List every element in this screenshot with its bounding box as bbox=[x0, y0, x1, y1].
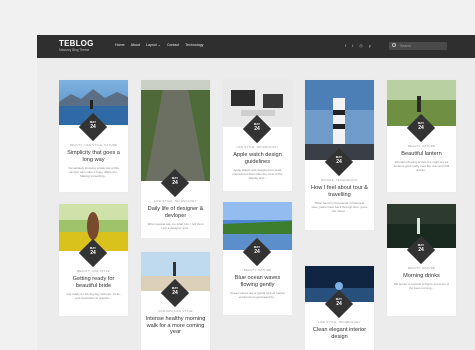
nav-home[interactable]: Home bbox=[115, 43, 125, 47]
post-title[interactable]: Daily life of designer & devloper bbox=[145, 206, 206, 219]
search-placeholder: Search bbox=[400, 43, 412, 48]
post-title[interactable]: How I feel about tour & travelling bbox=[309, 185, 370, 198]
post-title[interactable]: Getting ready for beautiful bride bbox=[63, 276, 124, 289]
search-input[interactable]: Search bbox=[389, 42, 447, 50]
post-card[interactable]: MAY 24 BEAUTY, NATURE Blue ocean waves fl… bbox=[223, 202, 292, 315]
post-excerpt: Immediately knowing a task just a little… bbox=[67, 166, 120, 179]
nav-layout[interactable]: Layout ⌄ bbox=[146, 43, 161, 47]
date-badge: MAY 24 bbox=[89, 246, 97, 256]
post-category[interactable]: BEAUTY, NATURE bbox=[387, 144, 456, 148]
search-icon bbox=[392, 43, 396, 48]
main-nav: Home About Layout ⌄ Contact Technology bbox=[115, 43, 203, 47]
post-card[interactable]: MAY 24 LIFE STYLE, TECHNOLOGY Apple watch… bbox=[223, 80, 292, 191]
post-card[interactable]: MAY 24 LIFE STYLE, TECHNOLOGY Clean elega… bbox=[305, 266, 374, 350]
post-category[interactable]: BEAUTY, NATURE bbox=[223, 268, 292, 272]
post-card[interactable]: MAY 24 NATURE, TECHNOLOGY How I feel abou… bbox=[305, 80, 374, 230]
post-category[interactable]: LIFE STYLE, TECHNOLOGY bbox=[223, 145, 292, 149]
date-badge: MAY 24 bbox=[171, 286, 179, 296]
date-badge: MAY 24 bbox=[253, 245, 261, 255]
top-navigation-bar: TEBLOG Masonry Blog Theme Home About Lay… bbox=[37, 35, 475, 58]
date-badge: MAY 24 bbox=[417, 121, 425, 131]
nav-about[interactable]: About bbox=[131, 43, 140, 47]
post-excerpt: Often found in thousands of historical s… bbox=[311, 201, 368, 214]
post-image-stairs[interactable] bbox=[141, 80, 210, 181]
twitter-icon[interactable]: t bbox=[352, 43, 353, 48]
post-title[interactable]: Morning drinks bbox=[391, 273, 452, 280]
nav-technology[interactable]: Technology bbox=[185, 43, 203, 47]
post-title[interactable]: Simplicity that goes a long way bbox=[63, 150, 124, 163]
date-badge: MAY 24 bbox=[171, 176, 179, 186]
post-card[interactable]: MAY 24 BEAUTY, NATURE Morning drinks We s… bbox=[387, 204, 456, 316]
post-title[interactable]: Beautiful lantern bbox=[391, 151, 452, 158]
social-links: f t ◎ p bbox=[345, 43, 371, 48]
post-card[interactable]: MAY 24 LIFE STYLE, TECHNOLOGY Daily life … bbox=[141, 80, 210, 238]
post-card[interactable]: MAY 24 FASHION, LIFE STYLE Intense health… bbox=[141, 252, 210, 350]
post-excerpt: When people ask me what I do, I tell the… bbox=[147, 222, 204, 231]
post-category[interactable]: BEAUTY, LIFE STYLE, NATURE bbox=[59, 143, 128, 147]
post-card[interactable]: MAY 24 BEAUTY, LIFE STYLE Getting ready f… bbox=[59, 204, 128, 316]
post-card[interactable]: MAY 24 BEAUTY, NATURE Beautiful lantern W… bbox=[387, 80, 456, 192]
pinterest-icon[interactable]: p bbox=[369, 43, 371, 48]
post-title[interactable]: Clean elegant interior design bbox=[309, 327, 370, 340]
post-excerpt: Wonders flowing across the night sky as … bbox=[393, 160, 450, 173]
post-category[interactable]: NATURE, TECHNOLOGY bbox=[305, 178, 374, 182]
date-badge: MAY 24 bbox=[253, 122, 261, 132]
nav-contact[interactable]: Contact bbox=[167, 43, 179, 47]
date-badge: MAY 24 bbox=[335, 155, 343, 165]
instagram-icon[interactable]: ◎ bbox=[359, 43, 363, 48]
browser-frame: TEBLOG Masonry Blog Theme Home About Lay… bbox=[37, 35, 475, 350]
post-excerpt: Apple Watch was designed for quick inter… bbox=[232, 168, 283, 181]
site-tagline: Masonry Blog Theme bbox=[59, 48, 90, 52]
post-category[interactable]: LIFE STYLE, TECHNOLOGY bbox=[305, 320, 374, 324]
post-category[interactable]: FASHION, LIFE STYLE bbox=[141, 309, 210, 313]
post-category[interactable]: BEAUTY, LIFE STYLE bbox=[59, 269, 128, 273]
site-logo[interactable]: TEBLOG bbox=[59, 39, 94, 48]
post-card[interactable]: MAY 24 BEAUTY, LIFE STYLE, NATURE Simplic… bbox=[59, 80, 128, 192]
post-title[interactable]: Intense healthy morning walk for a more … bbox=[145, 316, 206, 336]
date-badge: MAY 24 bbox=[417, 243, 425, 253]
post-title[interactable]: Apple watch design guidelines bbox=[227, 152, 288, 165]
post-excerpt: We spoke to experts to figure out some o… bbox=[393, 282, 450, 291]
post-category[interactable]: BEAUTY, NATURE bbox=[387, 266, 456, 270]
post-category[interactable]: LIFE STYLE, TECHNOLOGY bbox=[141, 199, 210, 203]
facebook-icon[interactable]: f bbox=[345, 43, 346, 48]
date-badge: MAY 24 bbox=[89, 120, 97, 130]
date-badge: MAY 24 bbox=[335, 297, 343, 307]
post-title[interactable]: Blue ocean waves flowing gently bbox=[227, 275, 288, 288]
post-excerpt: Ocean waves are a typical type of marine… bbox=[229, 291, 286, 300]
post-excerpt: Get ready for the big day with tips, tri… bbox=[66, 292, 121, 301]
